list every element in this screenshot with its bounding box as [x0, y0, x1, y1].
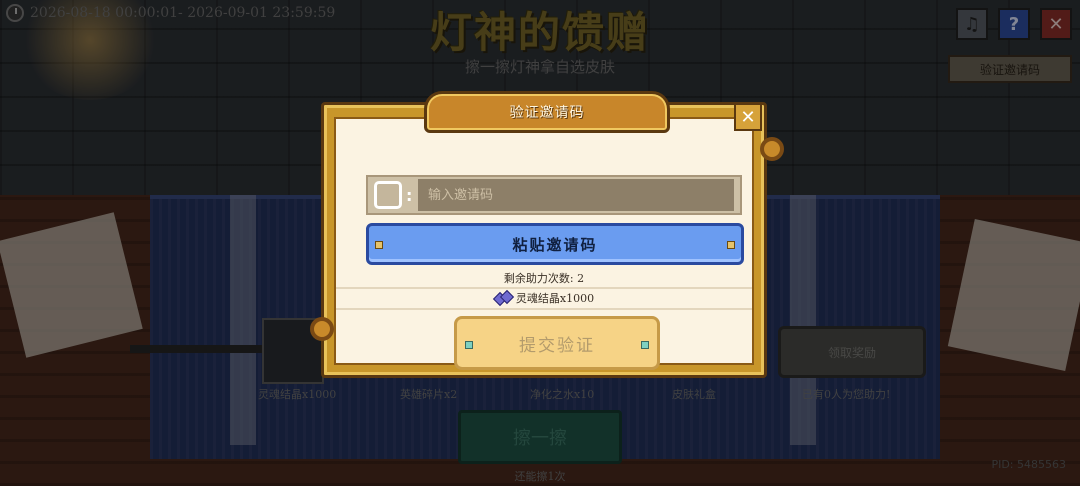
crystal-icon [492, 289, 514, 307]
submit-verify-button[interactable]: 提交验证 [454, 316, 660, 370]
stud-icon [727, 241, 735, 249]
invite-input-row: : [366, 175, 742, 215]
paste-button-label: 粘贴邀请码 [512, 235, 598, 254]
corner-ornament-right [760, 137, 784, 161]
paste-invite-code-button[interactable]: 粘贴邀请码 [366, 223, 744, 265]
reward-row: 灵魂结晶x1000 [336, 289, 752, 307]
colon-icon: : [406, 185, 413, 205]
dialog-title: 验证邀请码 [509, 105, 585, 121]
divider [336, 287, 752, 289]
invite-code-dialog: : 粘贴邀请码 剩余助力次数: 2 灵魂结晶x1000 提交验证 验证邀请码 ✕ [310, 91, 784, 378]
remaining-help-count: 剩余助力次数: 2 [503, 272, 585, 285]
submit-button-label: 提交验证 [519, 335, 595, 356]
gem-icon [465, 341, 473, 349]
invite-code-input[interactable] [418, 179, 734, 211]
corner-ornament-left [310, 317, 334, 341]
gem-icon [641, 341, 649, 349]
divider [336, 308, 752, 310]
code-frame-icon [374, 181, 402, 209]
dialog-body: : 粘贴邀请码 剩余助力次数: 2 灵魂结晶x1000 提交验证 [334, 117, 754, 370]
dialog-close-button[interactable]: ✕ [734, 103, 762, 131]
reward-text: 灵魂结晶x1000 [515, 292, 595, 305]
close-icon: ✕ [740, 106, 756, 128]
stud-icon [375, 241, 383, 249]
dialog-header: 验证邀请码 [424, 91, 670, 133]
